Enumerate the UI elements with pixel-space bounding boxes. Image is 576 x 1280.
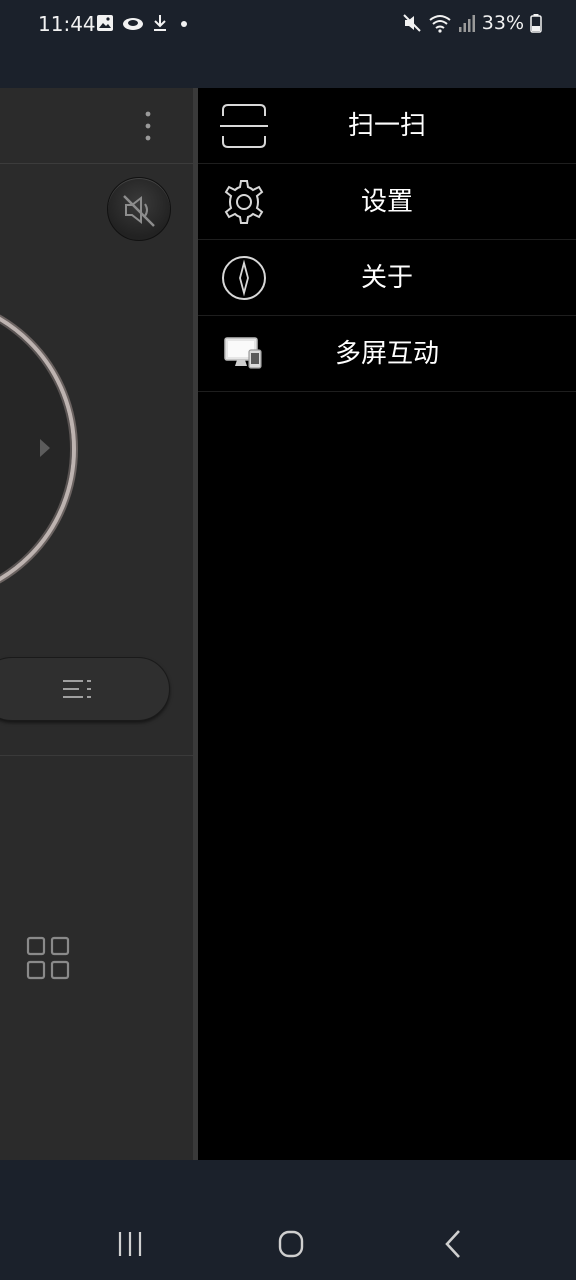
mute-icon [403,14,421,32]
direction-pad[interactable] [0,296,76,602]
recents-icon[interactable] [110,1226,150,1262]
multiscreen-icon [224,337,262,369]
status-bar: 11:44 33% [0,0,576,88]
dot-icon [181,21,187,27]
gear-icon [224,180,264,224]
scan-icon [220,104,268,148]
menu-icon [63,680,91,698]
panel-divider [0,755,193,756]
menu-item-label: 关于 [360,263,413,293]
mute-button[interactable] [107,177,171,241]
menu-button[interactable] [0,657,170,721]
battery-icon [530,14,542,33]
more-options-icon[interactable] [138,108,158,144]
home-icon[interactable] [271,1226,311,1262]
menu-item-multiscreen[interactable]: 多屏互动 [198,316,576,392]
navigation-bar [0,1160,576,1280]
right-arrow-icon[interactable] [40,439,50,457]
battery-percent: 33% [481,12,524,34]
menu-item-label: 扫一扫 [347,111,426,141]
cloud-icon [123,18,143,30]
wifi-icon [429,15,451,33]
menu-item-scan[interactable]: 扫一扫 [198,88,576,164]
status-time: 11:44 [38,12,96,36]
menu-item-label: 多屏互动 [334,339,439,369]
back-icon[interactable] [434,1226,474,1262]
side-drawer-menu: 扫一扫 设置 关于 多屏互动 [198,88,576,1160]
mute-icon [123,195,155,227]
menu-item-settings[interactable]: 设置 [198,164,576,240]
compass-icon [222,256,266,300]
menu-item-about[interactable]: 关于 [198,240,576,316]
image-icon [97,15,113,31]
remote-top-bar [0,88,193,164]
download-icon [154,15,166,31]
menu-item-label: 设置 [360,187,413,217]
signal-icon [458,15,475,32]
apps-grid-icon[interactable] [26,936,70,980]
remote-control-panel [0,88,193,1160]
